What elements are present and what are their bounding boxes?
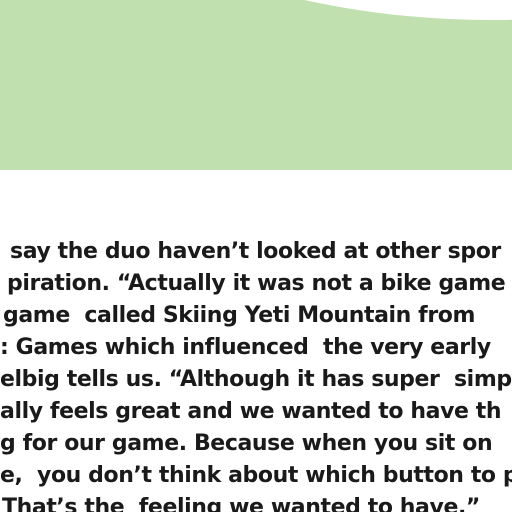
article-line-2: piration. “Actually it was not a bike ga… <box>7 271 506 296</box>
article-line-7: g for our game. Because when you sit on <box>0 431 500 456</box>
article-line-4: : Games which influenced the very early <box>0 335 491 360</box>
article-line-8: e, you don’t think about which button to… <box>0 463 512 488</box>
article-line-5: elbig tells us. “Although it has super s… <box>0 367 512 392</box>
article-body: say the duo haven’t looked at other spor… <box>0 237 512 512</box>
article-line-6: ally feels great and we wanted to have t… <box>0 399 502 424</box>
article-line-3: game called Skiing Yeti Mountain from <box>3 303 476 328</box>
article-line-9: That’s the feeling we wanted to have.” <box>2 495 480 512</box>
decorative-green-panel <box>0 0 512 170</box>
panel-curve <box>42 0 512 20</box>
article-line-1: say the duo haven’t looked at other spor <box>10 239 501 264</box>
